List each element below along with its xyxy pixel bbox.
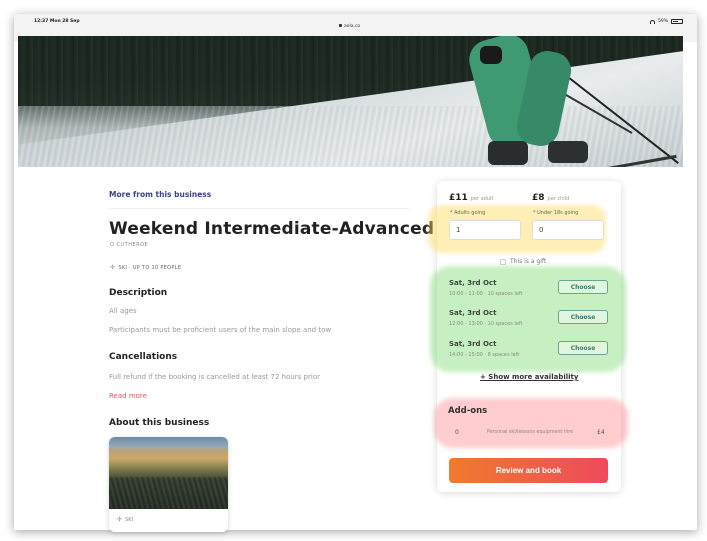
cancellations-heading: Cancellations [109,352,178,362]
gift-label: This is a gift [510,258,547,265]
page-title: Weekend Intermediate-Advanced [109,219,435,239]
divider [109,208,409,209]
show-more-availability-link[interactable]: + Show more availability [480,373,578,381]
availability-slot: Sat, 3rd Oct 14:00 - 15:00 · 8 spaces le… [449,340,611,364]
activity-tags: ✢ SKI · UP TO 10 PEOPLE [110,264,181,271]
slot-date: Sat, 3rd Oct [449,309,497,317]
adult-price-unit: per adult [470,196,494,202]
child-price: £8 per child [532,193,569,203]
under-18s-going-label: * Under 18s going [533,210,579,216]
hero-image [18,36,683,167]
slot-date: Sat, 3rd Oct [449,340,497,348]
gift-checkbox[interactable] [500,258,506,265]
skier-glove [480,46,502,64]
review-and-book-button[interactable]: Review and book [449,458,608,483]
description-line: All ages [109,307,137,315]
lock-icon [339,24,342,27]
ski-boot [488,141,528,165]
business-tag: ✢ SKI [117,516,133,523]
business-card[interactable]: ✢ SKI [109,437,228,532]
choose-slot-button[interactable]: Choose [558,341,608,355]
slot-date: Sat, 3rd Oct [449,279,497,287]
status-indicators: 59% [649,19,683,24]
adults-going-input[interactable]: 1 [449,220,521,240]
choose-slot-button[interactable]: Choose [558,310,608,324]
more-from-business-link[interactable]: More from this business [109,190,211,199]
slot-meta: 14:00 - 15:00 · 8 spaces left [449,352,520,358]
description-heading: Description [109,288,168,298]
under-18s-going-input[interactable]: 0 [532,220,604,240]
gift-checkbox-row[interactable]: This is a gift [500,258,546,265]
activity-tags-text: SKI · UP TO 10 PEOPLE [118,264,182,271]
address-bar[interactable]: aola.co [339,24,360,29]
adult-price-value: £11 [449,193,468,203]
addon-quantity-input[interactable]: 0 [455,429,459,436]
read-more-link[interactable]: Read more [109,392,147,400]
sparkle-icon: ✢ [110,264,116,271]
addon-price: £4 [597,429,605,436]
addons-heading: Add-ons [448,406,488,416]
slot-meta: 10:00 - 11:00 · 10 spaces left [449,291,523,297]
about-business-heading: About this business [109,418,210,428]
cancellations-text: Full refund if the booking is cancelled … [109,373,320,381]
availability-slot: Sat, 3rd Oct 10:00 - 11:00 · 10 spaces l… [449,279,611,303]
adult-price: £11 per adult [449,193,493,203]
child-price-unit: per child [547,196,570,202]
status-time: 12:37 Mon 28 Sep [34,19,80,24]
business-tag-text: SKI [125,516,133,523]
sparkle-icon: ✢ [117,516,123,523]
availability-slot: Sat, 3rd Oct 12:00 - 13:00 · 10 spaces l… [449,309,611,333]
battery-icon [671,19,683,24]
battery-percent: 59% [657,19,668,24]
child-price-value: £8 [532,193,545,203]
adults-going-label: * Adults going [450,210,486,216]
slot-meta: 12:00 - 13:00 · 10 spaces left [449,321,523,327]
addon-name: Personal ski/lessons equipment hire [487,430,574,435]
ski-boot [548,141,588,163]
wifi-icon [649,19,655,24]
description-line: Participants must be proficient users of… [109,326,332,334]
choose-slot-button[interactable]: Choose [558,280,608,294]
activity-subtitle: O CUTHEROE [110,242,149,248]
address-url: aola.co [344,24,361,29]
